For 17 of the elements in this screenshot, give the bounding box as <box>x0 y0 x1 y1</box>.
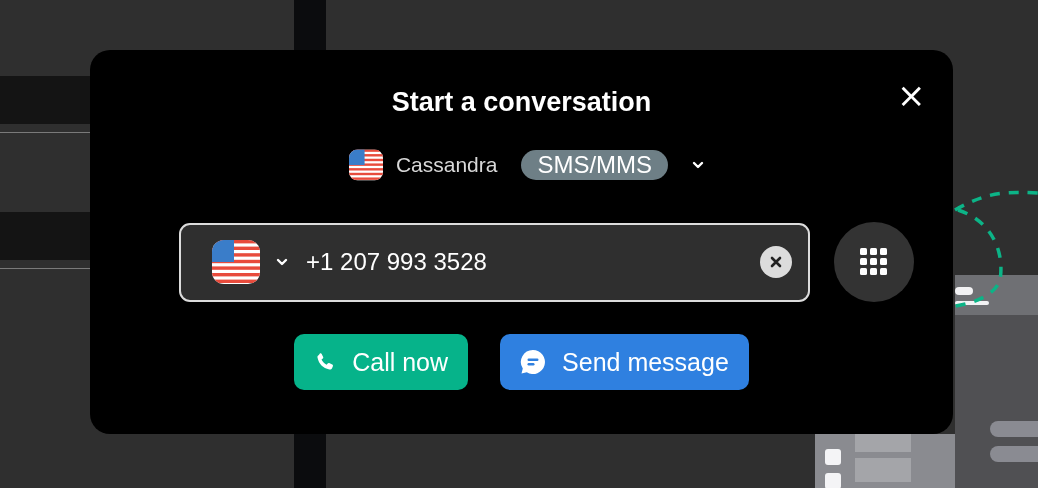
country-picker[interactable] <box>212 238 288 286</box>
flag-icon <box>348 148 383 182</box>
close-icon <box>770 256 782 268</box>
phone-input[interactable]: +1 207 993 3528 <box>304 247 760 277</box>
sender-name: Cassandra <box>395 153 498 177</box>
chat-bubble-icon <box>520 349 547 375</box>
flag-icon <box>212 238 260 286</box>
channel-badge: SMS/MMS <box>521 150 669 180</box>
dialog-title: Start a conversation <box>391 86 652 119</box>
sender-dropdown-button[interactable] <box>692 161 705 169</box>
phone-field[interactable]: +1 207 993 3528 <box>179 222 810 302</box>
chevron-down-icon <box>692 161 705 169</box>
dial-grid-icon <box>860 248 888 276</box>
send-message-button[interactable]: Send message <box>500 334 749 390</box>
clear-button[interactable] <box>760 246 792 278</box>
chevron-down-icon <box>276 258 288 266</box>
close-button[interactable]: × <box>897 82 923 108</box>
